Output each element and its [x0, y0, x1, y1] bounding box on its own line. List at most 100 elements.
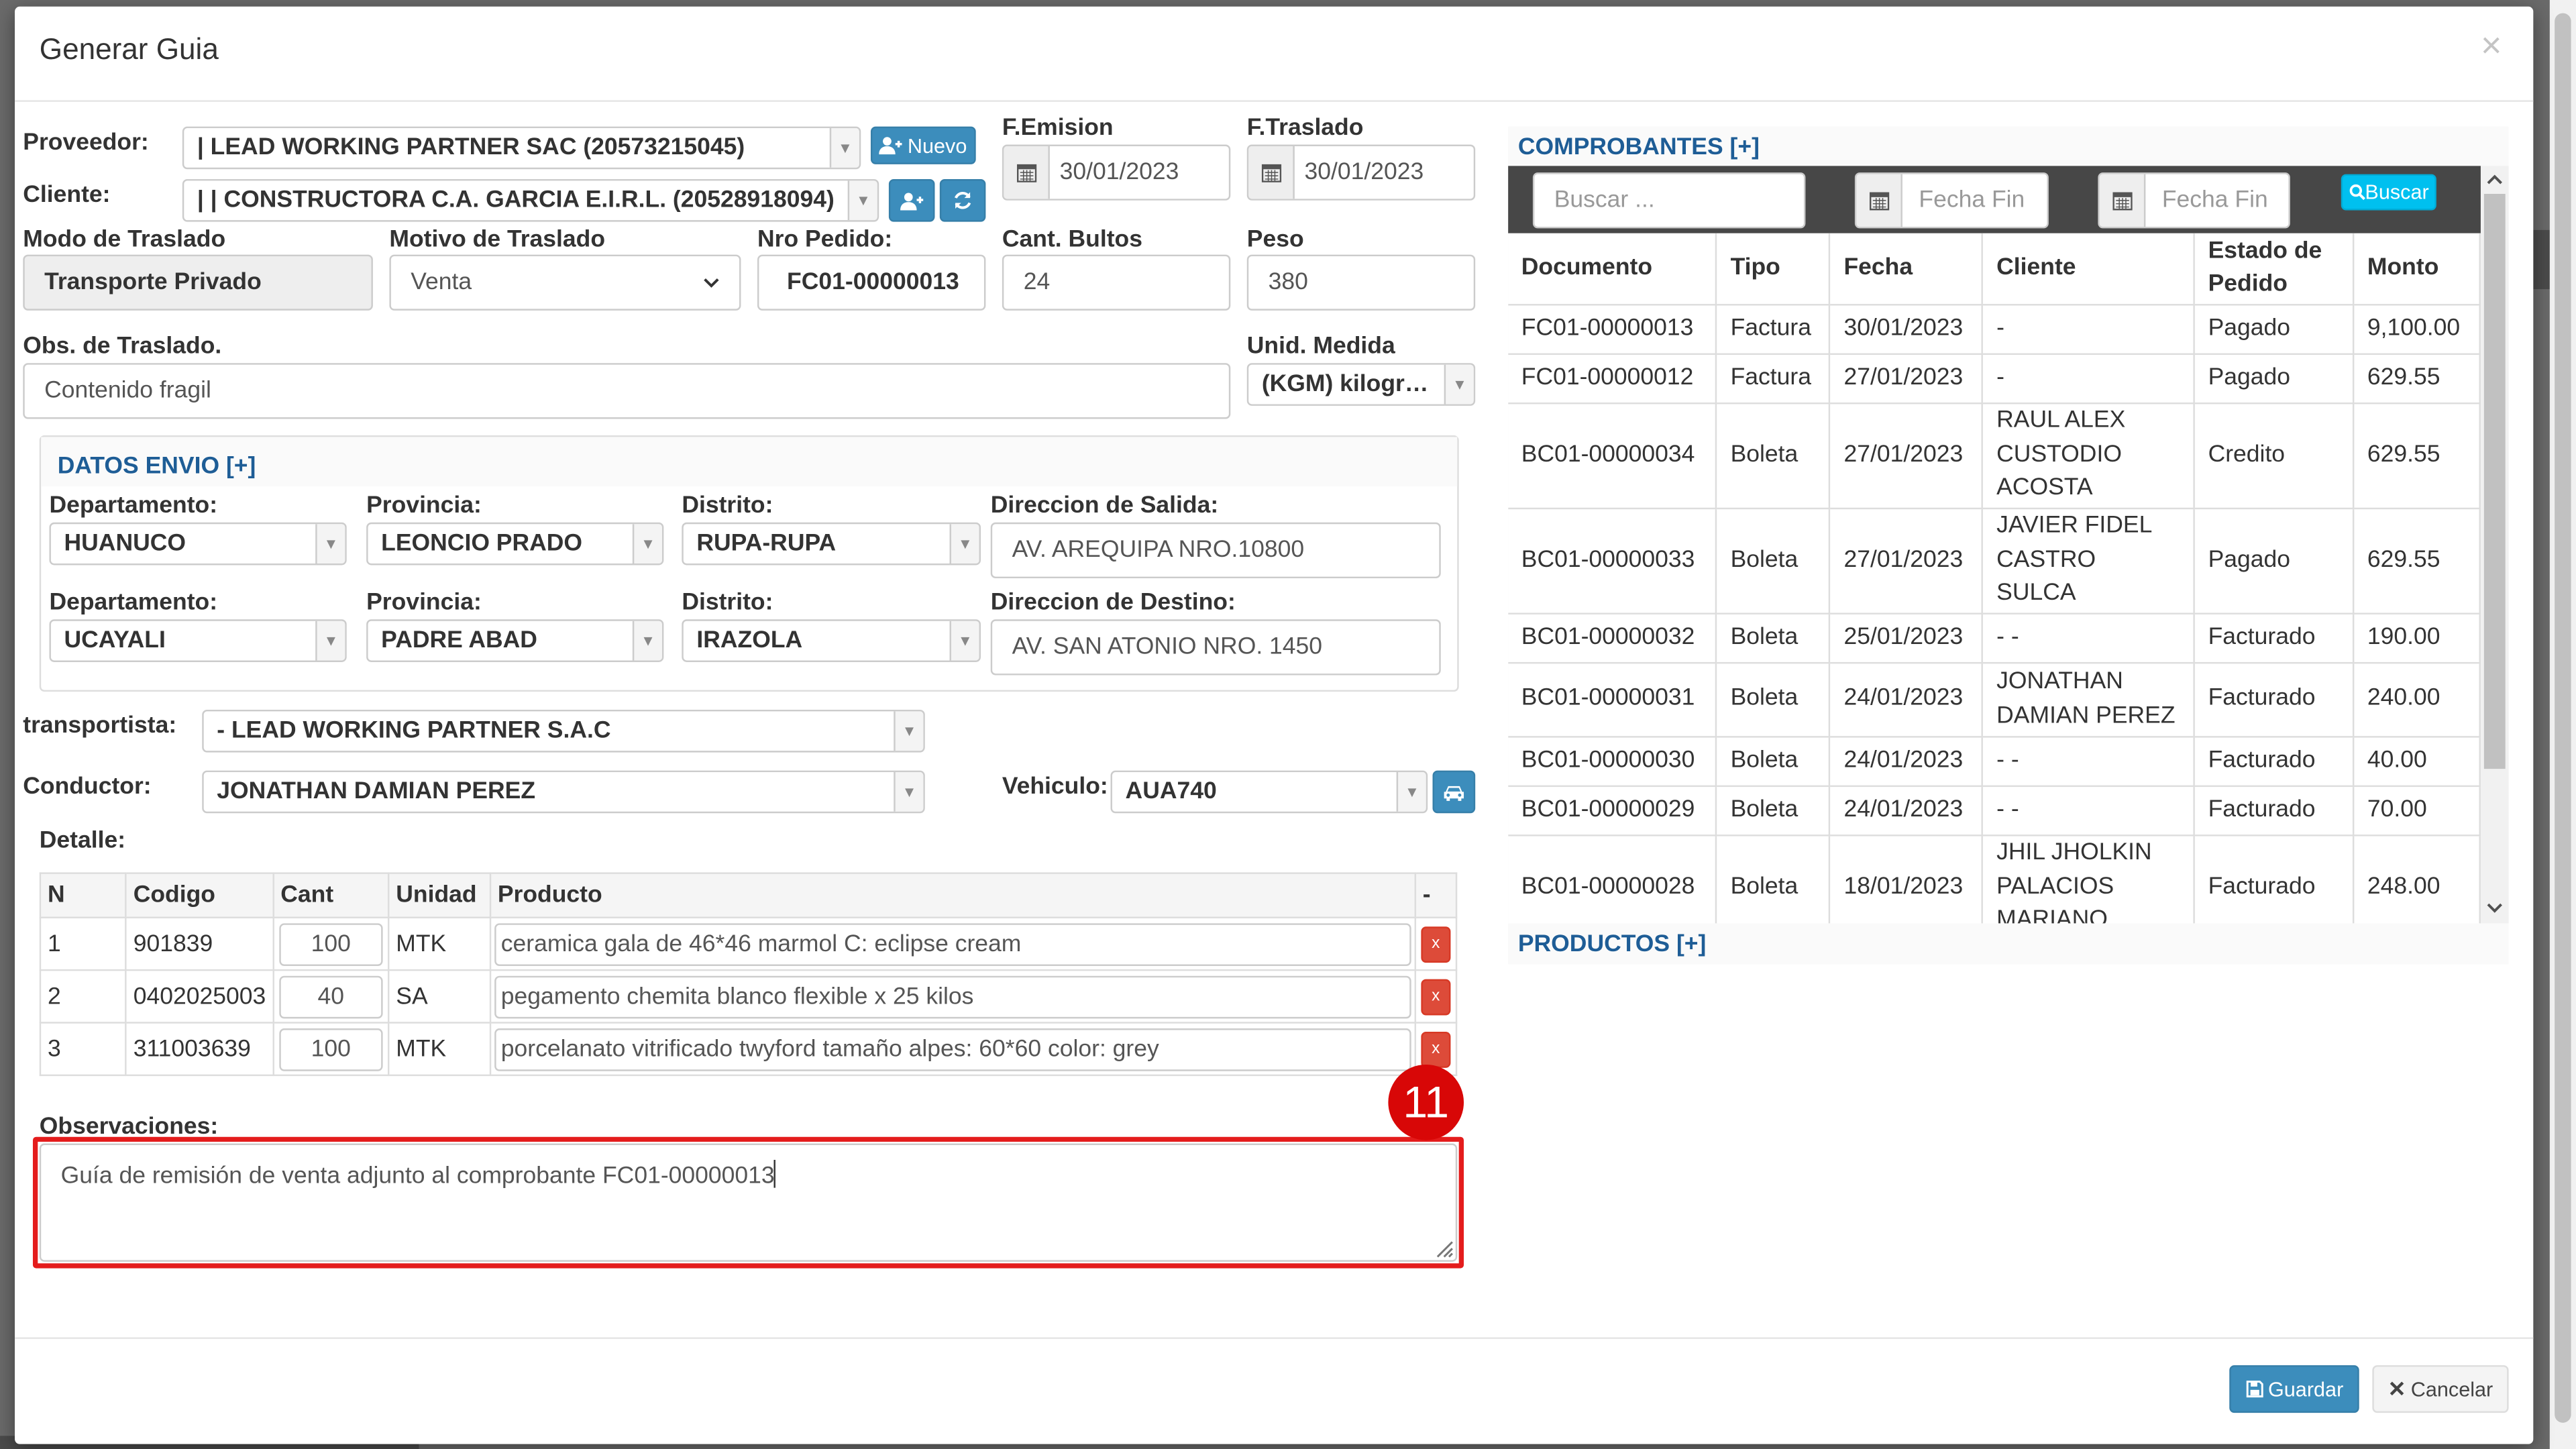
comprobantes-search-input[interactable]: Buscar ...: [1532, 172, 1806, 229]
direccion-destino-field[interactable]: AV. SAN ATONIO NRO. 1450: [990, 619, 1441, 676]
cell-monto: 248.00: [2353, 835, 2481, 924]
destino-provincia-select[interactable]: PADRE ABAD ▼: [366, 619, 664, 662]
f-traslado-label: F.Traslado: [1246, 115, 1364, 142]
cell-monto: 629.55: [2353, 353, 2481, 404]
row-unidad: SA: [388, 969, 492, 1024]
scroll-down-icon[interactable]: [2485, 902, 2504, 915]
origen-provincia-select[interactable]: LEONCIO PRADO ▼: [366, 522, 664, 566]
cell-tipo: Boleta: [1716, 736, 1831, 786]
comprobantes-title[interactable]: COMPROBANTES [+]: [1518, 135, 1760, 161]
table-row[interactable]: BC01-00000028 Boleta 18/01/2023 JHIL JHOLKI…: [1508, 835, 2481, 924]
vehiculo-select[interactable]: AUA740 ▼: [1110, 770, 1428, 814]
table-row[interactable]: BC01-00000030 Boleta 24/01/2023- - Facturad…: [1508, 736, 2481, 786]
datos-envio-title[interactable]: DATOS ENVIO [+]: [58, 453, 256, 480]
cliente-select[interactable]: | | CONSTRUCTORA C.A. GARCIA E.I.R.L. (2…: [182, 178, 879, 222]
table-row[interactable]: BC01-00000034 Boleta 27/01/2023 RAUL ALEX C…: [1508, 402, 2481, 508]
close-icon[interactable]: ×: [2481, 25, 2502, 66]
proveedor-value: | LEAD WORKING PARTNER SAC (20573215045): [197, 134, 745, 161]
scroll-up-icon[interactable]: [2485, 172, 2504, 186]
page-scrollbar-thumb[interactable]: [2555, 13, 2571, 1423]
chevron-down-icon: ▼: [315, 524, 345, 564]
origen-departamento-label: Departamento:: [49, 492, 218, 519]
f-emision-field[interactable]: 30/01/2023: [1002, 144, 1231, 201]
table-row[interactable]: BC01-00000029 Boleta 24/01/2023- - Facturad…: [1508, 785, 2481, 836]
footer-divider: [15, 1337, 2534, 1339]
cell-cliente: JONATHAN DAMIAN PEREZ: [1982, 661, 2195, 737]
table-row[interactable]: BC01-00000031 Boleta 24/01/2023 JONATHAN DA…: [1508, 661, 2481, 737]
direccion-salida-field[interactable]: AV. AREQUIPA NRO.10800: [990, 522, 1441, 579]
proveedor-select[interactable]: | LEAD WORKING PARTNER SAC (20573215045)…: [182, 126, 861, 170]
cell-monto: 40.00: [2353, 736, 2481, 786]
cell-monto: 240.00: [2353, 661, 2481, 737]
delete-row-button[interactable]: x: [1421, 978, 1451, 1015]
unidad-medida-select[interactable]: (KGM) kilogr… ▼: [1246, 363, 1476, 406]
cell-estado: Pagado: [2194, 304, 2355, 354]
producto-input[interactable]: porcelanato vitrificado twyford tamaño a…: [494, 1027, 1411, 1071]
col-n: N: [39, 872, 127, 918]
row-n: 3: [39, 1022, 127, 1077]
direccion-destino-label: Direccion de Destino:: [990, 590, 1236, 616]
cell-documento: BC01-00000028: [1508, 835, 1717, 924]
col-unidad: Unidad: [388, 872, 492, 918]
bultos-field[interactable]: 24: [1002, 254, 1231, 311]
peso-field[interactable]: 380: [1246, 254, 1476, 311]
origen-distrito-value: RUPA-RUPA: [696, 531, 837, 557]
fecha-inicio-field[interactable]: Fecha Fin: [1854, 172, 2049, 229]
destino-departamento-label: Departamento:: [49, 590, 218, 616]
table-row: 1 901839 100 MTK ceramica gala de 46*46 …: [39, 916, 1458, 971]
cancelar-button[interactable]: ✕ Cancelar: [2372, 1365, 2509, 1413]
row-unidad: MTK: [388, 1022, 492, 1077]
cant-input[interactable]: 40: [278, 975, 383, 1018]
obs-traslado-field[interactable]: Contenido fragil: [23, 363, 1231, 419]
guardar-button[interactable]: Guardar: [2229, 1365, 2359, 1413]
cell-monto: 190.00: [2353, 612, 2481, 663]
destino-provincia-value: PADRE ABAD: [381, 627, 537, 654]
col-documento: Documento: [1508, 233, 1717, 305]
motivo-traslado-select[interactable]: Venta: [389, 254, 741, 311]
col-estado: Estado de Pedido: [2194, 233, 2355, 305]
delete-row-button[interactable]: x: [1421, 1030, 1451, 1067]
producto-input[interactable]: ceramica gala de 46*46 marmol C: eclipse…: [494, 922, 1411, 965]
col-tipo: Tipo: [1716, 233, 1831, 305]
cell-fecha: 27/01/2023: [1829, 507, 1984, 614]
producto-input[interactable]: pegamento chemita blanco flexible x 25 k…: [494, 975, 1411, 1018]
cell-tipo: Boleta: [1716, 835, 1831, 924]
f-traslado-field[interactable]: 30/01/2023: [1246, 144, 1476, 201]
add-cliente-button[interactable]: [888, 178, 935, 222]
buscar-button[interactable]: Buscar: [2341, 174, 2436, 211]
origen-departamento-select[interactable]: HUANUCO ▼: [49, 522, 347, 566]
conductor-select[interactable]: JONATHAN DAMIAN PEREZ ▼: [202, 770, 925, 814]
direccion-salida-label: Direccion de Salida:: [990, 492, 1219, 519]
cell-cliente: - -: [1982, 785, 2195, 836]
refresh-cliente-button[interactable]: [939, 178, 986, 222]
table-row[interactable]: FC01-00000013 Factura 30/01/2023- Pagado 9,1…: [1508, 304, 2481, 354]
col-fecha: Fecha: [1829, 233, 1984, 305]
nro-pedido-field[interactable]: FC01-00000013: [757, 254, 986, 311]
origen-distrito-select[interactable]: RUPA-RUPA ▼: [682, 522, 981, 566]
comprobantes-table-scroll[interactable]: Documento Tipo Fecha Cliente Estado de P…: [1508, 233, 2481, 924]
transportista-select[interactable]: - LEAD WORKING PARTNER S.A.C ▼: [202, 709, 925, 753]
cell-cliente: - -: [1982, 736, 2195, 786]
table-row[interactable]: BC01-00000033 Boleta 27/01/2023 JAVIER FIDE…: [1508, 507, 2481, 614]
vehiculo-button[interactable]: [1432, 770, 1476, 814]
destino-departamento-select[interactable]: UCAYALI ▼: [49, 619, 347, 662]
nuevo-proveedor-button[interactable]: Nuevo: [870, 126, 976, 164]
cell-documento: BC01-00000030: [1508, 736, 1717, 786]
delete-row-button[interactable]: x: [1421, 926, 1451, 962]
table-row[interactable]: BC01-00000032 Boleta 25/01/2023- - Facturad…: [1508, 612, 2481, 663]
comprobantes-scrollbar-thumb[interactable]: [2483, 193, 2506, 769]
cant-input[interactable]: 100: [278, 922, 383, 965]
step-number-badge: 11: [1388, 1064, 1464, 1140]
cell-documento: BC01-00000032: [1508, 612, 1717, 663]
user-plus-icon: [879, 137, 903, 155]
destino-distrito-select[interactable]: IRAZOLA ▼: [682, 619, 981, 662]
cant-input[interactable]: 100: [278, 1027, 383, 1071]
fecha-fin-field[interactable]: Fecha Fin: [2098, 172, 2290, 229]
table-row[interactable]: FC01-00000012 Factura 27/01/2023- Pagado 629…: [1508, 353, 2481, 404]
table-row: 3 311003639 100 MTK porcelanato vitrific…: [39, 1022, 1458, 1077]
productos-title[interactable]: PRODUCTOS [+]: [1518, 932, 1707, 958]
col-producto: Producto: [489, 872, 1416, 918]
modo-traslado-field: Transporte Privado: [23, 254, 373, 311]
cell-cliente: -: [1982, 304, 2195, 354]
cell-monto: 629.55: [2353, 402, 2481, 508]
